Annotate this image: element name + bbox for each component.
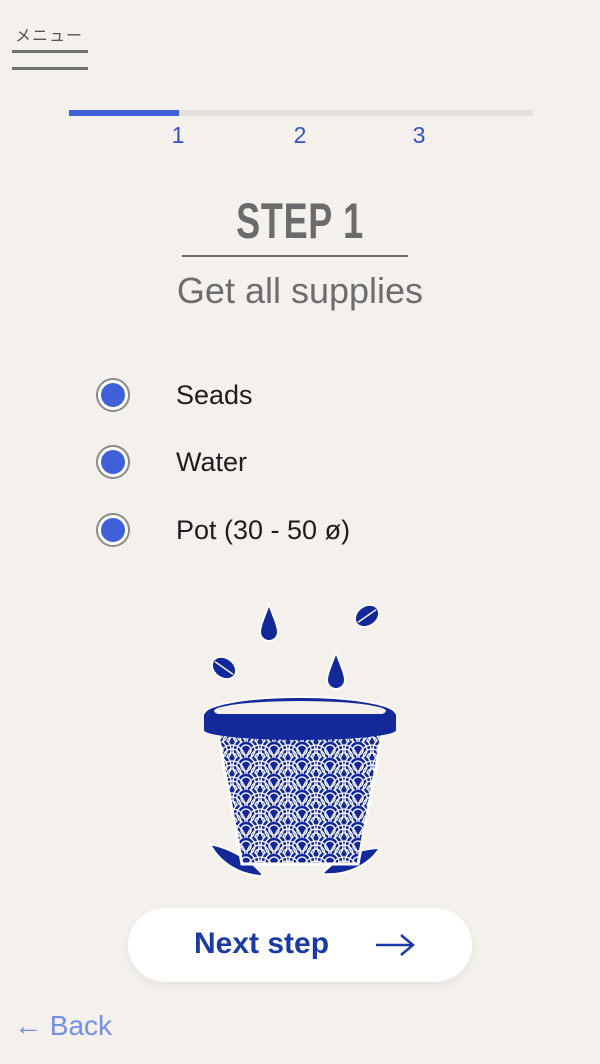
supply-label: Pot (30 - 50 ø) xyxy=(176,515,351,545)
supply-item-water[interactable]: Water xyxy=(96,445,496,485)
supply-label: Water xyxy=(176,447,248,477)
seed-icon xyxy=(353,603,381,629)
menu-bar-icon xyxy=(12,50,88,53)
step-subtitle: Get all supplies xyxy=(176,270,424,311)
flower-pot-icon xyxy=(203,601,397,878)
next-step-button[interactable]: Next step xyxy=(128,908,472,982)
supply-item-pot[interactable]: Pot (30 - 50 ø) xyxy=(96,513,496,553)
next-step-label: Next step xyxy=(194,927,330,960)
step-indicator-3[interactable]: 3 xyxy=(404,122,434,149)
radio-checked-icon[interactable] xyxy=(96,378,130,412)
menu-label: メニュー xyxy=(15,26,84,45)
seed-icon xyxy=(210,655,238,681)
arrow-right-icon xyxy=(376,934,415,956)
radio-checked-icon[interactable] xyxy=(96,445,130,479)
step-indicator-1[interactable]: 1 xyxy=(163,122,193,149)
water-drop-icon xyxy=(325,649,347,690)
radio-checked-icon[interactable] xyxy=(96,513,130,547)
progress-fill xyxy=(69,110,180,116)
menu-button[interactable]: メニュー xyxy=(12,20,90,74)
title-divider xyxy=(182,255,408,257)
step-indicator-2[interactable]: 2 xyxy=(285,122,315,149)
progress-bar xyxy=(69,110,533,116)
back-link[interactable]: ← Back xyxy=(14,1010,112,1042)
supply-label: Seads xyxy=(176,380,253,410)
water-drop-icon xyxy=(258,601,280,642)
menu-bar-icon xyxy=(12,67,88,70)
step-title: STEP 1 xyxy=(236,193,364,249)
supply-item-seeds[interactable]: Seads xyxy=(96,378,496,418)
